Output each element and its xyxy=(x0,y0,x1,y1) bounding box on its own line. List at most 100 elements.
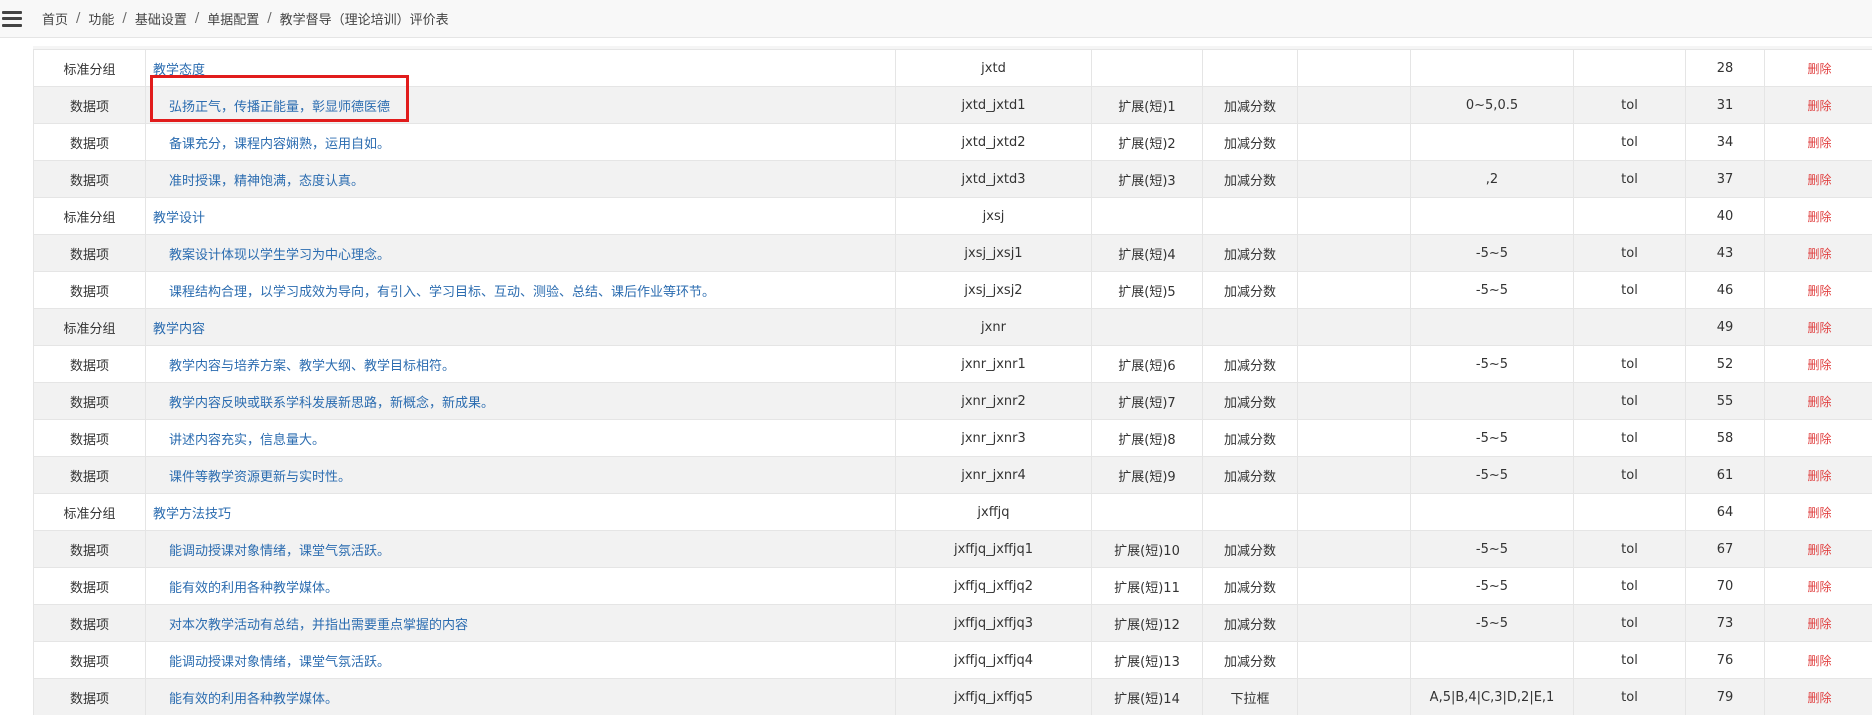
value-range-cell xyxy=(1410,308,1574,346)
tol-cell xyxy=(1573,197,1686,235)
tol-cell: tol xyxy=(1573,678,1686,715)
blank-cell xyxy=(1297,271,1411,309)
value-range-cell xyxy=(1410,382,1574,420)
value-range-cell xyxy=(1410,49,1574,87)
value-range-cell: A,5|B,4|C,3|D,2|E,1 xyxy=(1410,678,1574,715)
table-row[interactable]: 数据项 弘扬正气，传播正能量，彰显师德医德 jxtd_jxtd1 扩展(短)1 加减分数… xyxy=(33,86,1872,124)
delete-link[interactable]: 删除 xyxy=(1764,419,1872,457)
item-code-cell: jxnr_jxnr4 xyxy=(895,456,1092,494)
breadcrumb-separator: / xyxy=(194,11,200,26)
delete-link[interactable]: 删除 xyxy=(1764,86,1872,124)
item-code-cell: jxnr xyxy=(895,308,1092,346)
item-code-cell: jxffjq xyxy=(895,493,1092,531)
table-row[interactable]: 标准分组 教学态度 jxtd 28 删除 xyxy=(33,49,1872,87)
blank-cell xyxy=(1297,456,1411,494)
hamburger-menu-icon[interactable] xyxy=(2,10,22,27)
delete-link[interactable]: 删除 xyxy=(1764,567,1872,605)
tol-cell: tol xyxy=(1573,86,1686,124)
blank-cell xyxy=(1297,345,1411,383)
table-row[interactable]: 标准分组 教学内容 jxnr 49 删除 xyxy=(33,308,1872,346)
sort-order-cell: 28 xyxy=(1685,49,1765,87)
delete-link[interactable]: 删除 xyxy=(1764,160,1872,198)
item-name-cell: 弘扬正气，传播正能量，彰显师德医德 xyxy=(145,86,896,124)
item-code-cell: jxtd_jxtd3 xyxy=(895,160,1092,198)
item-name-cell: 能有效的利用各种教学媒体。 xyxy=(145,678,896,715)
value-range-cell: -5~5 xyxy=(1410,530,1574,568)
value-range-cell: -5~5 xyxy=(1410,271,1574,309)
breadcrumb-separator: / xyxy=(76,11,81,26)
field-name-cell: 扩展(短)10 xyxy=(1091,530,1203,568)
item-code-cell: jxnr_jxnr1 xyxy=(895,345,1092,383)
blank-cell xyxy=(1297,308,1411,346)
table-row[interactable]: 标准分组 教学方法技巧 jxffjq 64 删除 xyxy=(33,493,1872,531)
delete-link[interactable]: 删除 xyxy=(1764,604,1872,642)
table-row[interactable]: 数据项 准时授课，精神饱满，态度认真。 jxtd_jxtd3 扩展(短)3 加减分数 ,2… xyxy=(33,160,1872,198)
sort-order-cell: 52 xyxy=(1685,345,1765,383)
input-type-cell: 加减分数 xyxy=(1202,641,1298,679)
value-range-cell xyxy=(1410,123,1574,161)
breadcrumb-item-form-config[interactable]: 单据配置 xyxy=(207,9,259,28)
delete-link[interactable]: 删除 xyxy=(1764,493,1872,531)
table-row[interactable]: 数据项 能调动授课对象情绪，课堂气氛活跃。 jxffjq_jxffjq1 扩展(短)1… xyxy=(33,530,1872,568)
input-type-cell xyxy=(1202,197,1298,235)
row-type-cell: 数据项 xyxy=(33,345,146,383)
input-type-cell: 加减分数 xyxy=(1202,160,1298,198)
table-row[interactable]: 数据项 能调动授课对象情绪，课堂气氛活跃。 jxffjq_jxffjq4 扩展(短)1… xyxy=(33,641,1872,679)
blank-cell xyxy=(1297,49,1411,87)
field-name-cell: 扩展(短)2 xyxy=(1091,123,1203,161)
tol-cell xyxy=(1573,493,1686,531)
blank-cell xyxy=(1297,641,1411,679)
field-name-cell: 扩展(短)14 xyxy=(1091,678,1203,715)
item-name-cell: 讲述内容充实，信息量大。 xyxy=(145,419,896,457)
table-row[interactable]: 数据项 课程结构合理，以学习成效为导向，有引入、学习目标、互动、测验、总结、课后作… xyxy=(33,271,1872,309)
delete-link[interactable]: 删除 xyxy=(1764,382,1872,420)
table-row[interactable]: 数据项 能有效的利用各种教学媒体。 jxffjq_jxffjq2 扩展(短)11 加减分… xyxy=(33,567,1872,605)
field-name-cell: 扩展(短)6 xyxy=(1091,345,1203,383)
evaluation-item-table: 标准分组 教学态度 jxtd 28 删除 数据项 弘扬正气，传播正能量，彰显师德医德 jxtd… xyxy=(33,46,1872,715)
table-row[interactable]: 数据项 教学内容反映或联系学科发展新思路，新概念，新成果。 jxnr_jxnr2 扩展… xyxy=(33,382,1872,420)
table-row[interactable]: 数据项 能有效的利用各种教学媒体。 jxffjq_jxffjq5 扩展(短)14 下拉框… xyxy=(33,678,1872,715)
delete-link[interactable]: 删除 xyxy=(1764,234,1872,272)
field-name-cell: 扩展(短)4 xyxy=(1091,234,1203,272)
breadcrumb: 首页 / 功能 / 基础设置 / 单据配置 / 教学督导（理论培训）评价表 xyxy=(42,9,449,28)
delete-link[interactable]: 删除 xyxy=(1764,678,1872,715)
tol-cell: tol xyxy=(1573,567,1686,605)
breadcrumb-item-home[interactable]: 首页 xyxy=(42,9,68,28)
field-name-cell: 扩展(短)7 xyxy=(1091,382,1203,420)
delete-link[interactable]: 删除 xyxy=(1764,197,1872,235)
item-code-cell: jxnr_jxnr3 xyxy=(895,419,1092,457)
input-type-cell: 加减分数 xyxy=(1202,419,1298,457)
breadcrumb-item-features[interactable]: 功能 xyxy=(88,9,114,28)
input-type-cell: 加减分数 xyxy=(1202,382,1298,420)
delete-link[interactable]: 删除 xyxy=(1764,641,1872,679)
table-row[interactable]: 数据项 讲述内容充实，信息量大。 jxnr_jxnr3 扩展(短)8 加减分数 -5~5 t… xyxy=(33,419,1872,457)
row-type-cell: 数据项 xyxy=(33,604,146,642)
tol-cell: tol xyxy=(1573,234,1686,272)
tol-cell: tol xyxy=(1573,530,1686,568)
table-row[interactable]: 数据项 教学内容与培养方案、教学大纲、教学目标相符。 jxnr_jxnr1 扩展(短)… xyxy=(33,345,1872,383)
field-name-cell: 扩展(短)5 xyxy=(1091,271,1203,309)
tol-cell: tol xyxy=(1573,456,1686,494)
delete-link[interactable]: 删除 xyxy=(1764,456,1872,494)
sort-order-cell: 43 xyxy=(1685,234,1765,272)
field-name-cell: 扩展(短)13 xyxy=(1091,641,1203,679)
delete-link[interactable]: 删除 xyxy=(1764,345,1872,383)
delete-link[interactable]: 删除 xyxy=(1764,271,1872,309)
table-row[interactable]: 数据项 课件等教学资源更新与实时性。 jxnr_jxnr4 扩展(短)9 加减分数 -5~… xyxy=(33,456,1872,494)
table-row[interactable]: 数据项 备课充分，课程内容娴熟，运用自如。 jxtd_jxtd2 扩展(短)2 加减分数… xyxy=(33,123,1872,161)
row-type-cell: 数据项 xyxy=(33,641,146,679)
row-type-cell: 数据项 xyxy=(33,382,146,420)
breadcrumb-item-basic-settings[interactable]: 基础设置 xyxy=(135,9,187,28)
item-name-cell: 教学方法技巧 xyxy=(145,493,896,531)
table-row[interactable]: 数据项 教案设计体现以学生学习为中心理念。 jxsj_jxsj1 扩展(短)4 加减分数… xyxy=(33,234,1872,272)
field-name-cell: 扩展(短)11 xyxy=(1091,567,1203,605)
table-row[interactable]: 数据项 对本次教学活动有总结，并指出需要重点掌握的内容 jxffjq_jxffjq3… xyxy=(33,604,1872,642)
delete-link[interactable]: 删除 xyxy=(1764,530,1872,568)
field-name-cell xyxy=(1091,49,1203,87)
item-code-cell: jxsj_jxsj1 xyxy=(895,234,1092,272)
delete-link[interactable]: 删除 xyxy=(1764,49,1872,87)
item-name-cell: 教案设计体现以学生学习为中心理念。 xyxy=(145,234,896,272)
table-row[interactable]: 标准分组 教学设计 jxsj 40 删除 xyxy=(33,197,1872,235)
delete-link[interactable]: 删除 xyxy=(1764,308,1872,346)
delete-link[interactable]: 删除 xyxy=(1764,123,1872,161)
